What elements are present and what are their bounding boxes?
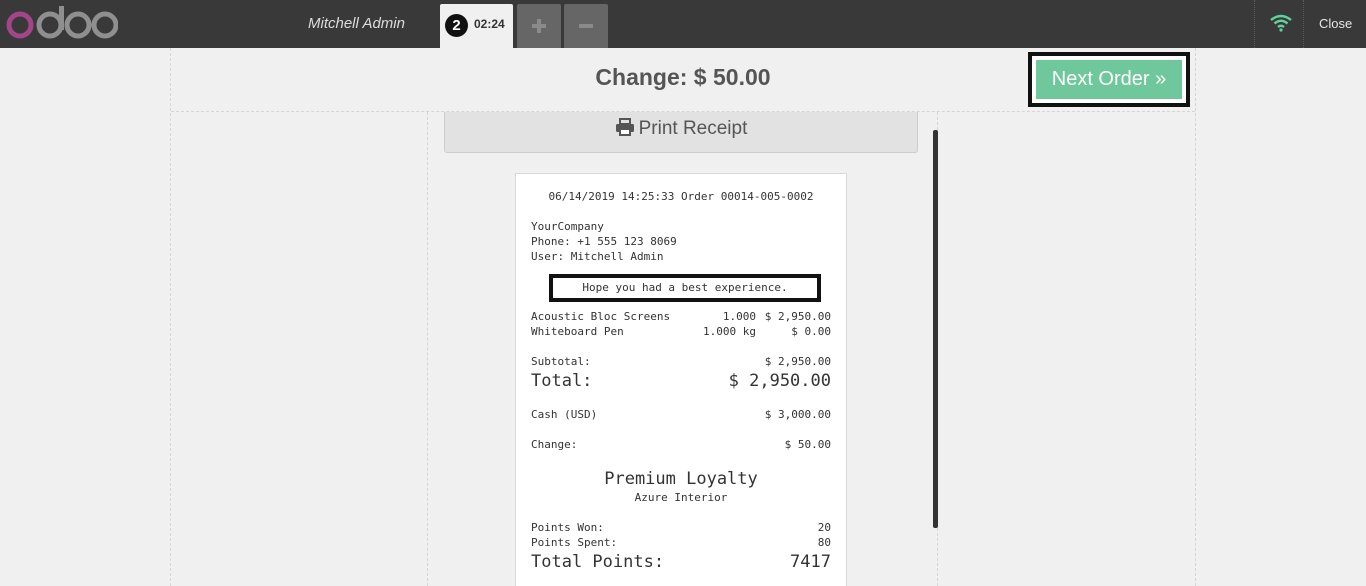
points-spent-label: Points Spent: xyxy=(531,536,618,549)
column-divider xyxy=(427,112,428,586)
points-won-label: Points Won: xyxy=(531,521,604,534)
print-receipt-label: Print Receipt xyxy=(638,118,748,139)
loyalty-customer: Azure Interior xyxy=(634,491,728,504)
print-receipt-button[interactable]: Print Receipt xyxy=(444,112,918,153)
next-order-highlight: Next Order » xyxy=(1028,52,1190,107)
wifi-icon xyxy=(1270,14,1292,32)
receipt-scrollbar[interactable] xyxy=(933,130,938,528)
receipt-line-product: Whiteboard Pen xyxy=(531,325,624,338)
receipt-line-qty: 1.000 kg xyxy=(703,325,756,338)
next-order-button[interactable]: Next Order » xyxy=(1036,60,1182,99)
topbar-separator xyxy=(1303,0,1304,48)
receipt-message: Hope you had a best experience. xyxy=(549,274,821,302)
pos-top-bar: Mitchell Admin 2 02:24 Close xyxy=(0,0,1366,48)
close-button[interactable]: Close xyxy=(1319,16,1352,31)
points-spent-value: 80 xyxy=(817,536,831,549)
delete-order-button[interactable] xyxy=(564,4,608,48)
total-points-value: 7417 xyxy=(790,552,831,572)
plus-icon xyxy=(532,19,546,33)
receipt-phone: Phone: +1 555 123 8069 xyxy=(531,235,677,248)
topbar-separator xyxy=(1254,0,1255,48)
points-won-value: 20 xyxy=(817,521,831,534)
order-time: 02:24 xyxy=(474,17,505,31)
receipt-line-price: $ 2,950.00 xyxy=(764,310,831,323)
receipt-user: User: Mitchell Admin xyxy=(531,250,664,263)
new-order-button[interactable] xyxy=(517,4,561,48)
receipt: 06/14/2019 14:25:33 Order 00014-005-0002… xyxy=(515,173,847,586)
order-number-badge: 2 xyxy=(445,14,468,37)
cashier-name[interactable]: Mitchell Admin xyxy=(308,15,405,32)
receipt-header: 06/14/2019 14:25:33 Order 00014-005-0002 xyxy=(548,190,814,203)
receipt-line-price: $ 0.00 xyxy=(791,325,831,338)
order-tab[interactable]: 2 02:24 xyxy=(440,4,513,48)
payment-value: $ 3,000.00 xyxy=(764,408,831,421)
total-value: $ 2,950.00 xyxy=(728,371,831,391)
printer-icon xyxy=(615,118,634,136)
minus-icon xyxy=(579,24,593,28)
change-value: $ 50.00 xyxy=(784,438,831,451)
subtotal-value: $ 2,950.00 xyxy=(764,355,831,368)
loyalty-title: Premium Loyalty xyxy=(604,469,758,489)
receipt-line-qty: 1.000 xyxy=(722,310,756,323)
odoo-logo xyxy=(6,6,118,39)
receipt-company: YourCompany xyxy=(531,220,604,233)
total-points-label: Total Points: xyxy=(531,552,665,572)
